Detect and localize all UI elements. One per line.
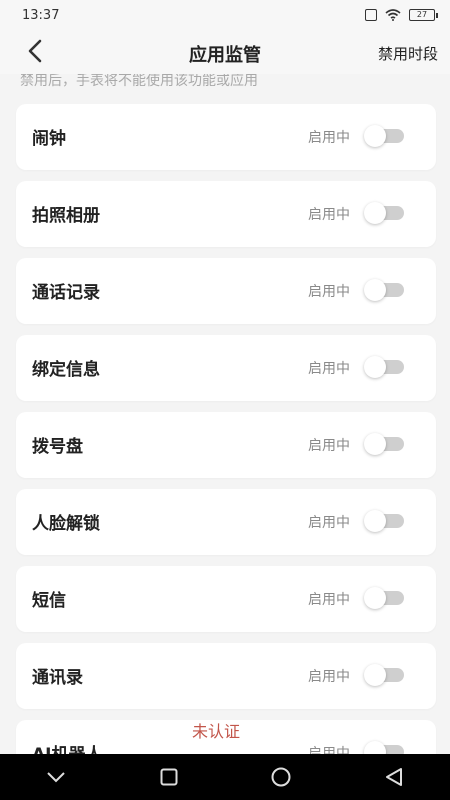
list-item: 人脸解锁 启用中	[16, 489, 436, 555]
list-item: 闹钟 启用中	[16, 104, 436, 170]
nav-back-button[interactable]	[374, 757, 414, 797]
app-toggle[interactable]	[364, 664, 404, 686]
app-name: 闹钟	[32, 129, 66, 149]
status-time: 13:37	[22, 7, 60, 23]
app-name: 拨号盘	[32, 437, 83, 457]
disable-period-button[interactable]: 禁用时段	[378, 43, 438, 64]
app-state: 启用中	[308, 207, 350, 223]
app-toggle[interactable]	[364, 202, 404, 224]
status-icons: 27	[365, 9, 438, 21]
list-item: 拨号盘 启用中	[16, 412, 436, 478]
unverified-badge: 未认证	[192, 722, 241, 741]
app-toggle[interactable]	[364, 433, 404, 455]
header: 应用监管 禁用时段	[0, 30, 450, 74]
app-name: AI机器人	[32, 740, 102, 754]
app-name: 绑定信息	[32, 360, 100, 380]
list-item: 通话记录 启用中	[16, 258, 436, 324]
app-state: 启用中	[308, 130, 350, 146]
app-state: 启用中	[308, 669, 350, 685]
nav-down-button[interactable]	[36, 757, 76, 797]
app-toggle[interactable]	[364, 125, 404, 147]
app-state: 启用中	[308, 284, 350, 300]
app-name: 拍照相册	[32, 206, 100, 226]
app-toggle[interactable]	[364, 356, 404, 378]
system-nav-bar	[0, 754, 450, 800]
app-toggle[interactable]	[364, 587, 404, 609]
vibrate-icon	[365, 9, 377, 21]
hint-text: 禁用后，手表将不能使用该功能或应用	[20, 74, 258, 89]
app-toggle[interactable]	[364, 510, 404, 532]
list-item: 拍照相册 启用中	[16, 181, 436, 247]
app-state: 启用中	[308, 361, 350, 377]
app-toggle[interactable]	[364, 741, 404, 754]
list-item: 通讯录 启用中	[16, 643, 436, 709]
list-item: AI机器人 未认证 启用中	[16, 720, 436, 754]
app-list: 禁用后，手表将不能使用该功能或应用 闹钟 启用中 拍照相册 启用中 通话记录 启…	[0, 74, 450, 754]
app-state: 启用中	[308, 592, 350, 608]
nav-recent-button[interactable]	[149, 757, 189, 797]
app-name: 人脸解锁	[32, 514, 100, 534]
app-state: 启用中	[308, 515, 350, 531]
nav-home-button[interactable]	[261, 757, 301, 797]
triangle-back-icon	[385, 768, 402, 786]
square-icon	[160, 768, 178, 786]
app-name: 通话记录	[32, 283, 100, 303]
list-item: 绑定信息 启用中	[16, 335, 436, 401]
app-toggle[interactable]	[364, 279, 404, 301]
chevron-down-icon	[47, 772, 65, 783]
status-bar: 13:37 27	[0, 0, 450, 30]
app-state: 启用中	[308, 438, 350, 454]
app-name: 通讯录	[32, 668, 83, 688]
battery-icon: 27	[409, 9, 438, 21]
circle-icon	[271, 767, 291, 787]
wifi-icon	[385, 9, 401, 21]
list-item: 短信 启用中	[16, 566, 436, 632]
app-name: 短信	[32, 591, 66, 611]
battery-level: 27	[409, 9, 435, 21]
app-state: 启用中	[308, 746, 350, 754]
